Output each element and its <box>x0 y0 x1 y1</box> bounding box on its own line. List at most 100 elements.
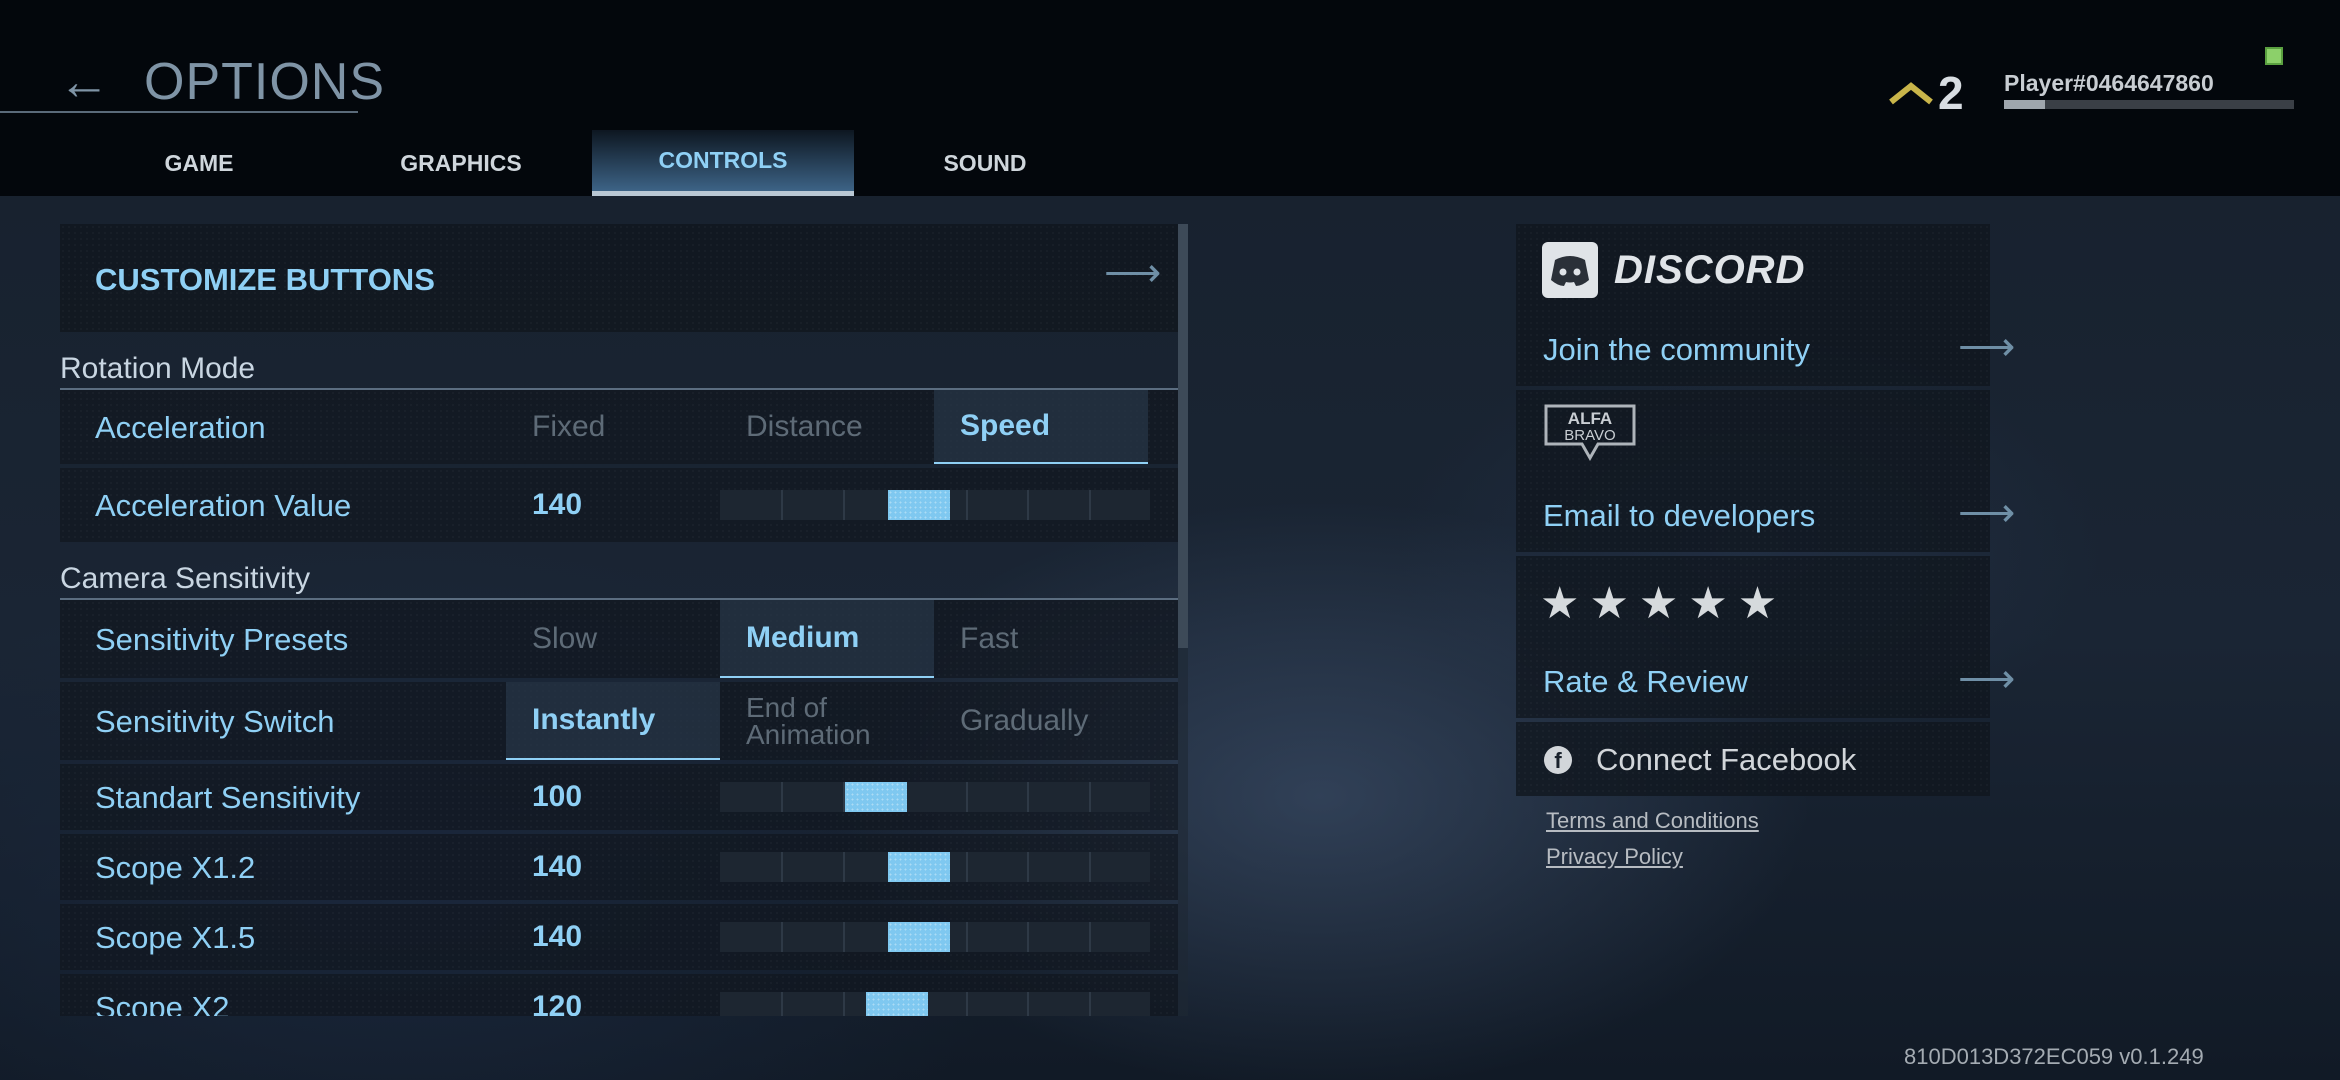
terms-and-conditions-link[interactable]: Terms and Conditions <box>1546 808 1759 834</box>
option-gradually[interactable]: Gradually <box>934 682 1148 760</box>
option-end-of-animation[interactable]: End of Animation <box>720 682 934 760</box>
sensitivity-switch-label: Sensitivity Switch <box>95 704 335 739</box>
slider-knob[interactable] <box>845 782 907 812</box>
acceleration-label: Acceleration <box>95 410 266 445</box>
slider-tick <box>1027 782 1029 812</box>
slider-tick <box>781 922 783 952</box>
slider-tick <box>966 490 968 520</box>
scrollbar-thumb[interactable] <box>1178 224 1188 648</box>
xp-progress-fill <box>2004 100 2045 109</box>
slider-knob[interactable] <box>888 922 950 952</box>
acceleration-value: 140 <box>532 488 583 521</box>
acceleration-row: Acceleration Fixed Distance Speed <box>60 390 1178 464</box>
option-fast[interactable]: Fast <box>934 600 1148 678</box>
scope-x1-5-slider[interactable] <box>720 922 1150 952</box>
slider-tick <box>966 992 968 1016</box>
join-community-link[interactable]: Join the community <box>1543 332 1810 368</box>
bravo-logo-text: BRAVO <box>1564 427 1615 444</box>
slider-knob[interactable] <box>888 490 950 520</box>
slider-tick <box>843 490 845 520</box>
arrow-right-icon: ⟶ <box>1104 251 1162 295</box>
xp-progress-bar <box>2004 100 2294 109</box>
tab-controls[interactable]: CONTROLS <box>592 130 854 196</box>
slider-tick <box>781 782 783 812</box>
tab-game[interactable]: GAME <box>68 130 330 196</box>
scope-x1-2-slider[interactable] <box>720 852 1150 882</box>
sensitivity-presets-row: Sensitivity Presets Slow Medium Fast <box>60 600 1178 678</box>
controls-panel: CUSTOMIZE BUTTONS ⟶ Rotation Mode Accele… <box>60 224 1178 1016</box>
section-rotation-mode: Rotation Mode <box>60 352 256 385</box>
customize-buttons-label: CUSTOMIZE BUTTONS <box>95 262 435 297</box>
slider-tick <box>843 992 845 1016</box>
slider-tick <box>1089 992 1091 1016</box>
customize-buttons-row[interactable]: CUSTOMIZE BUTTONS ⟶ <box>60 224 1178 332</box>
tab-graphics[interactable]: GRAPHICS <box>330 130 592 196</box>
option-slow[interactable]: Slow <box>506 600 720 678</box>
option-fixed[interactable]: Fixed <box>506 390 720 464</box>
rate-review-link[interactable]: Rate & Review <box>1543 664 1748 700</box>
option-medium[interactable]: Medium <box>720 600 934 678</box>
slider-tick <box>1089 922 1091 952</box>
scope-x1-2-label: Scope X1.2 <box>95 850 256 885</box>
section-camera-sensitivity: Camera Sensitivity <box>60 562 311 595</box>
slider-tick <box>1027 922 1029 952</box>
slider-tick <box>1027 852 1029 882</box>
sensitivity-switch-row: Sensitivity Switch Instantly End of Anim… <box>60 682 1178 760</box>
slider-tick <box>781 490 783 520</box>
scope-x1-5-row: Scope X1.5 140 <box>60 904 1178 970</box>
slider-tick <box>781 992 783 1016</box>
back-arrow-icon[interactable]: ← <box>58 52 110 112</box>
alfa-bravo-logo: ALFA BRAVO <box>1544 404 1636 462</box>
option-instantly[interactable]: Instantly <box>506 682 720 760</box>
email-developers-link[interactable]: Email to developers <box>1543 498 1815 534</box>
standart-sensitivity-slider[interactable] <box>720 782 1150 812</box>
controls-scrollbar[interactable] <box>1178 224 1188 1016</box>
scope-x2-slider[interactable] <box>720 992 1150 1016</box>
scope-x2-label: Scope X2 <box>95 990 230 1016</box>
slider-tick <box>843 852 845 882</box>
scope-x2-row: Scope X2 120 <box>60 974 1178 1016</box>
slider-tick <box>966 782 968 812</box>
arrow-right-icon: ⟶ <box>1958 491 2016 535</box>
slider-tick <box>1089 852 1091 882</box>
arrow-right-icon: ⟶ <box>1958 657 2016 701</box>
alfa-logo-text: ALFA <box>1568 409 1612 428</box>
options-tabs: GAME GRAPHICS CONTROLS SOUND <box>68 130 1116 196</box>
tab-sound[interactable]: SOUND <box>854 130 1116 196</box>
rank-chevron-icon <box>1889 82 1933 105</box>
slider-tick <box>843 922 845 952</box>
scope-x2-value: 120 <box>532 990 583 1016</box>
facebook-icon: f <box>1544 746 1572 774</box>
email-developers-box[interactable]: ALFA BRAVO Email to developers ⟶ <box>1516 390 2015 552</box>
arrow-right-icon: ⟶ <box>1958 325 2016 369</box>
version-label: 810D013D372EC059 v0.1.249 <box>1904 1044 2204 1069</box>
player-name[interactable]: Player#0464647860 <box>2004 70 2214 97</box>
standart-sensitivity-row: Standart Sensitivity 100 <box>60 764 1178 830</box>
standart-sensitivity-value: 100 <box>532 780 583 813</box>
option-distance[interactable]: Distance <box>720 390 934 464</box>
star-rating-icon[interactable]: ★★★★★ <box>1540 578 1787 629</box>
slider-knob[interactable] <box>866 992 928 1016</box>
connect-facebook-button[interactable]: f Connect Facebook <box>1516 722 1990 796</box>
discord-icon <box>1542 242 1598 298</box>
option-speed[interactable]: Speed <box>934 390 1148 464</box>
privacy-policy-link[interactable]: Privacy Policy <box>1546 844 1683 870</box>
slider-tick <box>1027 992 1029 1016</box>
slider-tick <box>781 852 783 882</box>
acceleration-value-row: Acceleration Value 140 <box>60 468 1178 542</box>
sensitivity-presets-label: Sensitivity Presets <box>95 622 349 657</box>
slider-tick <box>1089 490 1091 520</box>
connect-facebook-label: Connect Facebook <box>1596 742 1857 777</box>
slider-knob[interactable] <box>888 852 950 882</box>
slider-tick <box>1027 490 1029 520</box>
player-rank: 2 <box>1938 67 1964 119</box>
title-underline <box>0 111 358 113</box>
scope-x1-5-value: 140 <box>532 920 583 953</box>
discord-box[interactable]: DISCORD Join the community ⟶ <box>1516 224 2015 386</box>
slider-tick <box>966 852 968 882</box>
standart-sensitivity-label: Standart Sensitivity <box>95 780 361 815</box>
acceleration-value-slider[interactable] <box>720 490 1150 520</box>
slider-tick <box>1089 782 1091 812</box>
rate-review-box[interactable]: ★★★★★ Rate & Review ⟶ <box>1516 556 2015 718</box>
discord-logo-text: DISCORD <box>1614 248 1806 292</box>
